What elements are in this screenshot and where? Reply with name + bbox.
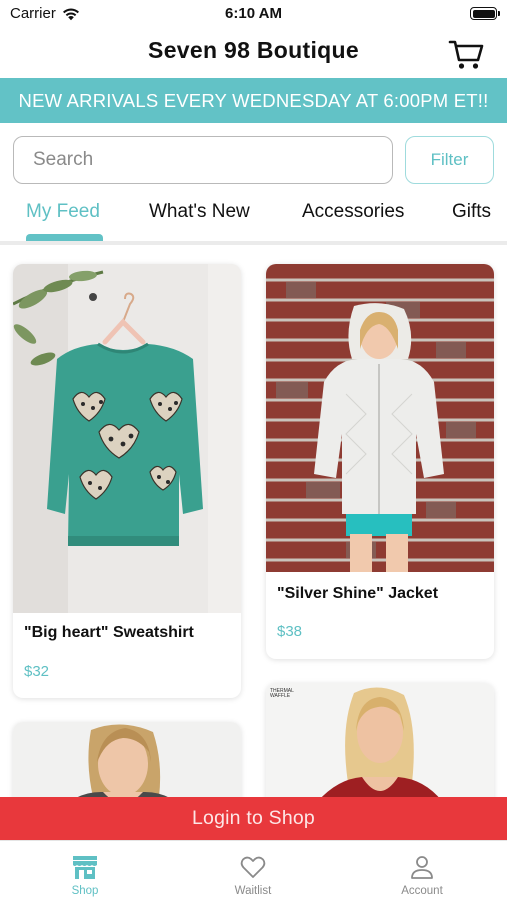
product-image [266, 264, 494, 572]
product-name: "Big heart" Sweatshirt [24, 624, 194, 641]
tabbar-waitlist[interactable]: Waitlist [193, 841, 313, 900]
login-label: Login to Shop [192, 807, 315, 829]
category-tabs: My Feed What's New Accessories Gifts [0, 196, 507, 246]
clock: 6:10 AM [225, 5, 282, 22]
product-image [13, 264, 241, 613]
tab-whats-new[interactable]: What's New [149, 201, 250, 223]
announcement-banner: NEW ARRIVALS EVERY WEDNESDAY AT 6:00PM E… [0, 78, 507, 123]
battery-icon [470, 7, 500, 20]
tabbar-account-label: Account [401, 885, 443, 897]
product-card[interactable]: "Silver Shine" Jacket $38 [266, 264, 494, 659]
tabbar-account[interactable]: Account [362, 841, 482, 900]
tabbar-waitlist-label: Waitlist [234, 885, 272, 897]
product-card[interactable]: "Big heart" Sweatshirt $32 [13, 264, 241, 698]
product-price: $38 [277, 623, 303, 640]
thermal-waffle-tag: THERMAL WAFFLE [270, 688, 294, 699]
tabs-divider [0, 241, 507, 245]
bottom-tab-bar: Shop Waitlist Account [0, 840, 507, 900]
product-price: $32 [24, 663, 50, 680]
cart-button[interactable] [447, 34, 485, 72]
tab-gifts[interactable]: Gifts [452, 201, 491, 223]
filter-button[interactable]: Filter [405, 136, 494, 184]
tabbar-shop-label: Shop [71, 885, 99, 897]
product-name: "Silver Shine" Jacket [277, 585, 439, 602]
page-title: Seven 98 Boutique [148, 37, 359, 63]
search-input[interactable] [13, 136, 393, 184]
person-icon [411, 856, 433, 879]
tab-my-feed[interactable]: My Feed [26, 201, 100, 223]
status-bar: Carrier 6:10 AM [0, 0, 507, 28]
cart-icon [448, 40, 484, 69]
tab-accessories[interactable]: Accessories [302, 201, 404, 223]
nav-bar: Seven 98 Boutique [0, 28, 507, 78]
tabbar-shop[interactable]: Shop [25, 841, 145, 900]
login-to-shop-button[interactable]: Login to Shop [0, 797, 507, 840]
banner-text: NEW ARRIVALS EVERY WEDNESDAY AT 6:00PM E… [18, 89, 489, 111]
heart-icon [240, 856, 266, 878]
storefront-icon [73, 856, 97, 879]
